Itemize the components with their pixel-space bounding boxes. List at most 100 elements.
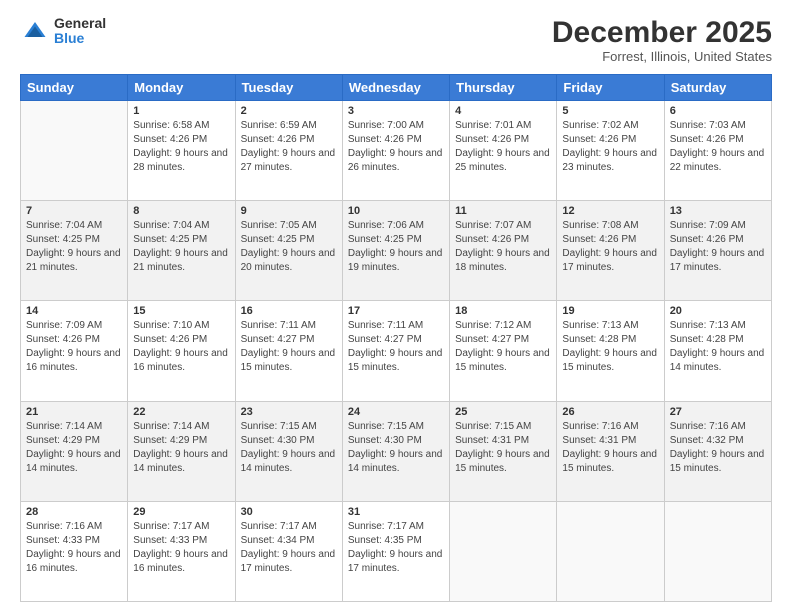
day-info: Sunrise: 6:59 AMSunset: 4:26 PMDaylight:… — [241, 119, 337, 175]
calendar-cell: 10 Sunrise: 7:06 AMSunset: 4:25 PMDayligh… — [342, 201, 449, 301]
calendar-cell: 13Sunrise: 7:09 AMSunset: 4:26 PMDayligh… — [664, 201, 771, 301]
calendar-cell: 30 Sunrise: 7:17 AMSunset: 4:34 PMDayligh… — [235, 501, 342, 601]
calendar-cell: 18 Sunrise: 7:12 AMSunset: 4:27 PMDayligh… — [450, 301, 557, 401]
calendar-cell: 6Sunrise: 7:03 AMSunset: 4:26 PMDaylight… — [664, 101, 771, 201]
day-info: Sunrise: 7:17 AMSunset: 4:34 PMDaylight:… — [241, 520, 337, 576]
day-info: Sunrise: 7:08 AMSunset: 4:26 PMDaylight:… — [562, 219, 658, 275]
day-info: Sunrise: 7:14 AMSunset: 4:29 PMDaylight:… — [26, 420, 122, 476]
day-info: Sunrise: 7:09 AMSunset: 4:26 PMDaylight:… — [670, 219, 766, 275]
month-title: December 2025 — [552, 16, 772, 49]
calendar-cell: 3Sunrise: 7:00 AMSunset: 4:26 PMDaylight… — [342, 101, 449, 201]
calendar-cell: 15 Sunrise: 7:10 AMSunset: 4:26 PMDayligh… — [128, 301, 235, 401]
day-number: 27 — [670, 406, 766, 418]
day-number: 9 — [241, 205, 337, 217]
day-info: Sunrise: 7:06 AMSunset: 4:25 PMDaylight:… — [348, 219, 444, 275]
calendar-cell: 20 Sunrise: 7:13 AMSunset: 4:28 PMDayligh… — [664, 301, 771, 401]
calendar-cell: 5Sunrise: 7:02 AMSunset: 4:26 PMDaylight… — [557, 101, 664, 201]
day-info: Sunrise: 7:16 AMSunset: 4:33 PMDaylight:… — [26, 520, 122, 576]
day-number: 23 — [241, 406, 337, 418]
day-info: Sunrise: 7:13 AMSunset: 4:28 PMDaylight:… — [670, 319, 766, 375]
day-number: 10 — [348, 205, 444, 217]
day-info: Sunrise: 7:17 AMSunset: 4:33 PMDaylight:… — [133, 520, 229, 576]
logo-general: General — [54, 16, 106, 31]
day-number: 29 — [133, 506, 229, 518]
calendar-cell: 14 Sunrise: 7:09 AMSunset: 4:26 PMDayligh… — [21, 301, 128, 401]
calendar-cell: 16Sunrise: 7:11 AMSunset: 4:27 PMDayligh… — [235, 301, 342, 401]
calendar-cell: 7 Sunrise: 7:04 AMSunset: 4:25 PMDaylight… — [21, 201, 128, 301]
calendar-cell: 9 Sunrise: 7:05 AMSunset: 4:25 PMDaylight… — [235, 201, 342, 301]
day-number: 30 — [241, 506, 337, 518]
calendar-cell: 28 Sunrise: 7:16 AMSunset: 4:33 PMDayligh… — [21, 501, 128, 601]
weekday-header-sunday: Sunday — [21, 75, 128, 101]
day-info: Sunrise: 7:17 AMSunset: 4:35 PMDaylight:… — [348, 520, 444, 576]
day-number: 1 — [133, 105, 229, 117]
day-number: 8 — [133, 205, 229, 217]
day-number: 7 — [26, 205, 122, 217]
day-number: 19 — [562, 305, 658, 317]
day-info: Sunrise: 7:05 AMSunset: 4:25 PMDaylight:… — [241, 219, 337, 275]
day-number: 12 — [562, 205, 658, 217]
day-number: 20 — [670, 305, 766, 317]
calendar-cell — [557, 501, 664, 601]
day-number: 28 — [26, 506, 122, 518]
logo: General Blue — [20, 16, 106, 47]
day-number: 24 — [348, 406, 444, 418]
day-number: 18 — [455, 305, 551, 317]
calendar-cell: 22 Sunrise: 7:14 AMSunset: 4:29 PMDayligh… — [128, 401, 235, 501]
day-number: 2 — [241, 105, 337, 117]
day-info: Sunrise: 7:16 AMSunset: 4:31 PMDaylight:… — [562, 420, 658, 476]
day-info: Sunrise: 7:14 AMSunset: 4:29 PMDaylight:… — [133, 420, 229, 476]
day-number: 31 — [348, 506, 444, 518]
calendar-cell — [664, 501, 771, 601]
day-info: Sunrise: 7:03 AMSunset: 4:26 PMDaylight:… — [670, 119, 766, 175]
header: General Blue December 2025 Forrest, Illi… — [20, 16, 772, 64]
week-row-5: 28 Sunrise: 7:16 AMSunset: 4:33 PMDayligh… — [21, 501, 772, 601]
calendar-cell: 17 Sunrise: 7:11 AMSunset: 4:27 PMDayligh… — [342, 301, 449, 401]
day-info: Sunrise: 7:13 AMSunset: 4:28 PMDaylight:… — [562, 319, 658, 375]
day-info: Sunrise: 7:12 AMSunset: 4:27 PMDaylight:… — [455, 319, 551, 375]
day-info: Sunrise: 7:09 AMSunset: 4:26 PMDaylight:… — [26, 319, 122, 375]
logo-blue: Blue — [54, 31, 106, 46]
title-block: December 2025 Forrest, Illinois, United … — [552, 16, 772, 64]
day-info: Sunrise: 7:11 AMSunset: 4:27 PMDaylight:… — [348, 319, 444, 375]
week-row-4: 21 Sunrise: 7:14 AMSunset: 4:29 PMDayligh… — [21, 401, 772, 501]
calendar-cell: 4Sunrise: 7:01 AMSunset: 4:26 PMDaylight… — [450, 101, 557, 201]
week-row-2: 7 Sunrise: 7:04 AMSunset: 4:25 PMDaylight… — [21, 201, 772, 301]
calendar-cell — [450, 501, 557, 601]
day-number: 25 — [455, 406, 551, 418]
calendar-cell: 12 Sunrise: 7:08 AMSunset: 4:26 PMDayligh… — [557, 201, 664, 301]
calendar-cell: 11 Sunrise: 7:07 AMSunset: 4:26 PMDayligh… — [450, 201, 557, 301]
day-info: Sunrise: 7:00 AMSunset: 4:26 PMDaylight:… — [348, 119, 444, 175]
calendar-cell: 24Sunrise: 7:15 AMSunset: 4:30 PMDayligh… — [342, 401, 449, 501]
day-number: 11 — [455, 205, 551, 217]
day-number: 16 — [241, 305, 337, 317]
day-number: 21 — [26, 406, 122, 418]
calendar-cell: 26Sunrise: 7:16 AMSunset: 4:31 PMDayligh… — [557, 401, 664, 501]
calendar-cell: 25 Sunrise: 7:15 AMSunset: 4:31 PMDayligh… — [450, 401, 557, 501]
calendar-cell: 8Sunrise: 7:04 AMSunset: 4:25 PMDaylight… — [128, 201, 235, 301]
weekday-header-tuesday: Tuesday — [235, 75, 342, 101]
weekday-header-thursday: Thursday — [450, 75, 557, 101]
day-number: 17 — [348, 305, 444, 317]
calendar-cell: 21 Sunrise: 7:14 AMSunset: 4:29 PMDayligh… — [21, 401, 128, 501]
weekday-header-monday: Monday — [128, 75, 235, 101]
day-info: Sunrise: 7:02 AMSunset: 4:26 PMDaylight:… — [562, 119, 658, 175]
location: Forrest, Illinois, United States — [552, 49, 772, 64]
day-info: Sunrise: 6:58 AMSunset: 4:26 PMDaylight:… — [133, 119, 229, 175]
page: General Blue December 2025 Forrest, Illi… — [0, 0, 792, 612]
weekday-header-saturday: Saturday — [664, 75, 771, 101]
day-number: 15 — [133, 305, 229, 317]
weekday-header-friday: Friday — [557, 75, 664, 101]
day-info: Sunrise: 7:10 AMSunset: 4:26 PMDaylight:… — [133, 319, 229, 375]
day-info: Sunrise: 7:04 AMSunset: 4:25 PMDaylight:… — [26, 219, 122, 275]
day-number: 14 — [26, 305, 122, 317]
day-info: Sunrise: 7:15 AMSunset: 4:31 PMDaylight:… — [455, 420, 551, 476]
day-info: Sunrise: 7:01 AMSunset: 4:26 PMDaylight:… — [455, 119, 551, 175]
day-info: Sunrise: 7:07 AMSunset: 4:26 PMDaylight:… — [455, 219, 551, 275]
calendar-cell: 31 Sunrise: 7:17 AMSunset: 4:35 PMDayligh… — [342, 501, 449, 601]
logo-text: General Blue — [54, 16, 106, 47]
weekday-header-wednesday: Wednesday — [342, 75, 449, 101]
day-number: 22 — [133, 406, 229, 418]
calendar-cell: 1 Sunrise: 6:58 AMSunset: 4:26 PMDaylight… — [128, 101, 235, 201]
day-info: Sunrise: 7:15 AMSunset: 4:30 PMDaylight:… — [241, 420, 337, 476]
